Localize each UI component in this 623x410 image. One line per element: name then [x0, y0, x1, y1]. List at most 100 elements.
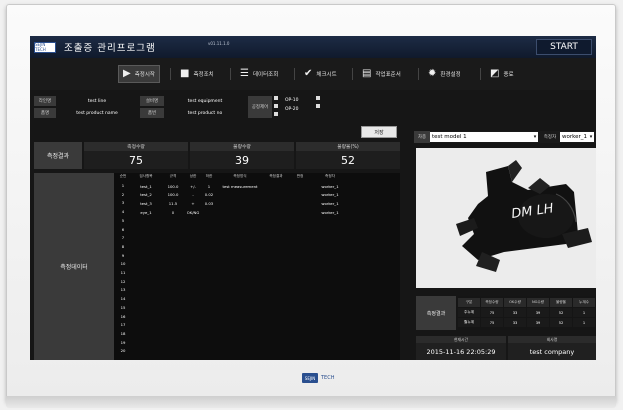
table-cell: worker_1 — [321, 200, 339, 206]
toolbar-label: 측정시작 — [134, 72, 155, 78]
toolbar-measure-start[interactable]: ▶ 측정시작 — [118, 65, 160, 83]
results-header: NG수량 — [527, 298, 549, 307]
table-cell — [218, 200, 262, 206]
part-number-value: test product no — [164, 108, 246, 118]
title-bar: SEJIN TECH 조출증 관리프로그램 v01.11.1.0 START — [30, 36, 596, 58]
toolbar-divider — [294, 68, 295, 80]
row-number: 7 — [121, 235, 125, 241]
row-number: 1 — [121, 183, 125, 188]
worker-label: 측정자 — [540, 131, 560, 143]
right-result-label: 측정결과 — [416, 296, 456, 330]
row-number: 10 — [120, 261, 126, 267]
table-cell: worker_1 — [321, 183, 339, 189]
row-number: 12 — [120, 278, 126, 284]
table-cell: eye_1 — [140, 209, 152, 215]
toolbar-label: 종료 — [503, 72, 514, 78]
op-indicator-1 — [316, 96, 320, 100]
results-cell: 주누계 — [458, 308, 480, 317]
results-cell: 33 — [504, 318, 526, 327]
results-cell: 39 — [527, 308, 549, 317]
row-number: 5 — [121, 217, 125, 223]
sum-head: 불량수량 — [190, 142, 294, 151]
table-header: 상한 — [189, 174, 197, 178]
save-button[interactable]: 저장 — [361, 126, 397, 138]
sum-value: 52 — [341, 153, 355, 167]
table-cell — [290, 192, 310, 198]
table-cell: worker_1 — [321, 192, 339, 198]
row-number: 15 — [120, 304, 126, 310]
exit-icon: ◩ — [490, 68, 500, 79]
table-cell — [290, 200, 310, 206]
process-control-label: 공정제어 — [248, 96, 272, 118]
table-cell — [262, 200, 290, 206]
gear-icon: ✹ — [428, 68, 437, 79]
device-base — [6, 396, 616, 408]
toolbar-label: 측정조치 — [193, 72, 214, 78]
selector-bar: 차종 test model 1 ▾ 측정자 worker_1 ▾ — [414, 131, 596, 143]
table-cell: test_1 — [140, 183, 152, 189]
op-indicator-2 — [316, 104, 320, 108]
table-cell: 0 — [171, 209, 175, 215]
equipment-value: test equipment — [164, 96, 246, 106]
row-number: 9 — [121, 252, 125, 258]
results-cell: 52 — [550, 318, 572, 327]
measurement-data-label: 측정데이터 — [34, 173, 114, 360]
product-label: 품명 — [34, 108, 56, 118]
brand-text: TECH — [321, 375, 335, 381]
toolbar-data-query[interactable]: ☰ 데이터조회 — [236, 65, 282, 83]
document-icon: ▤ — [362, 68, 372, 79]
results-cell: 39 — [527, 318, 549, 327]
row-number: 6 — [121, 226, 125, 232]
table-header: 하한 — [205, 174, 213, 178]
line-value: test line — [56, 96, 138, 106]
toolbar-label: 환경설정 — [440, 72, 461, 78]
ctrl-indicator-3 — [274, 112, 278, 116]
toolbar-work-standard[interactable]: ▤ 작업표준서 — [358, 65, 405, 83]
company-box: 회사명 test company — [508, 336, 596, 360]
table-header: 순번 — [119, 174, 127, 178]
ctrl-indicator-2 — [274, 104, 278, 108]
app-title: 조출증 관리프로그램 — [64, 43, 156, 54]
table-cell: OK/NG — [186, 209, 200, 215]
row-number: 18 — [120, 330, 126, 336]
table-cell: 0.02 — [204, 192, 214, 198]
table-cell: 11.5 — [168, 200, 178, 206]
sum-value: 75 — [129, 153, 143, 167]
table-cell: test_3 — [140, 200, 152, 206]
toolbar-divider — [170, 68, 171, 80]
results-cell: 33 — [504, 308, 526, 317]
toolbar-divider — [352, 68, 353, 80]
row-number: 11 — [120, 270, 126, 275]
toolbar-exit[interactable]: ◩ 종료 — [486, 65, 518, 83]
toolbar-check-sheet[interactable]: ✔ 체크시트 — [300, 65, 341, 83]
op10-label: OP-10 — [282, 96, 312, 105]
table-cell: +/- — [190, 183, 196, 189]
chevron-down-icon[interactable]: ▾ — [532, 132, 538, 142]
row-number: 4 — [121, 209, 125, 215]
product-value: test product name — [56, 108, 138, 118]
op20-label: OP-20 — [282, 105, 312, 114]
row-number: 2 — [121, 191, 125, 197]
accumulated-results-table: 구분 측정수량 OK수량 NG수량 불량율 누계수 주누계 75 33 39 52 1 월누계 75 33… — [458, 296, 596, 330]
time-value: 2015-11-16 22:05:29 — [426, 347, 496, 356]
row-number: 17 — [120, 322, 126, 328]
op20-value — [324, 105, 368, 114]
result-defect-count: 불량수량 39 — [190, 142, 294, 169]
table-header: 측정자 — [325, 174, 335, 178]
chevron-down-icon[interactable]: ▾ — [588, 132, 594, 142]
main-toolbar: ▶ 측정시작 ■ 측정조치 ☰ 데이터조회 ✔ 체크시트 ▤ 작업표준서 ✹ 환… — [30, 58, 596, 90]
results-cell: 52 — [550, 308, 572, 317]
row-number: 20 — [120, 348, 126, 354]
check-icon: ✔ — [304, 68, 313, 79]
company-logo: SEJIN TECH — [34, 41, 56, 53]
toolbar-label: 작업표준서 — [375, 72, 401, 78]
start-button[interactable]: START — [536, 39, 592, 55]
part-number-label: 품번 — [140, 108, 164, 118]
toolbar-settings[interactable]: ✹ 환경설정 — [424, 65, 465, 83]
table-cell — [262, 192, 290, 198]
toolbar-measure-action[interactable]: ■ 측정조치 — [176, 65, 218, 83]
car-select[interactable]: test model 1 — [430, 132, 538, 142]
ctrl-indicator-1 — [274, 96, 278, 100]
row-number: 3 — [121, 200, 125, 206]
row-number: 8 — [121, 243, 125, 249]
